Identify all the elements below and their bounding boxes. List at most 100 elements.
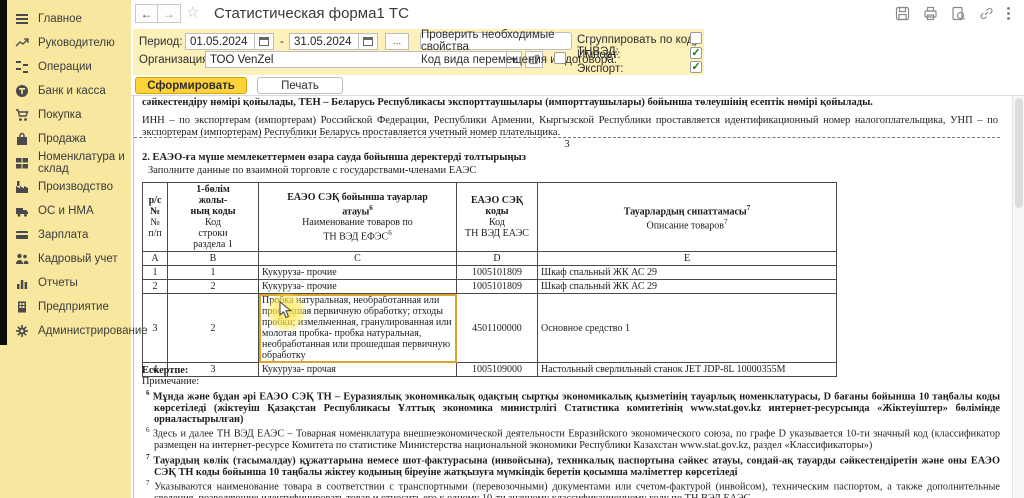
- generate-button[interactable]: Сформировать: [135, 77, 247, 94]
- coin-icon: [15, 84, 29, 98]
- menu-icon: [15, 12, 29, 26]
- favorite-star-icon[interactable]: ☆: [186, 3, 199, 21]
- row-desc-cell: Основное средство 1: [538, 294, 837, 363]
- period-label: Период:: [139, 36, 183, 48]
- screen-edge-strip: [0, 0, 7, 345]
- row-tnved-cell: 1005101809: [457, 266, 538, 280]
- header-section1-code: 1-бөлім жолы- ның кодыКод строки раздела…: [168, 183, 259, 252]
- main-area: ← → ☆ Статистическая форма1 ТС Период: 0…: [131, 0, 1024, 498]
- sidebar-item-label: Главное: [38, 13, 82, 25]
- table-row: 3 2 Пробка натуральная, необработанная и…: [143, 294, 837, 363]
- sidebar-item-fixed-assets[interactable]: ОС и НМА: [0, 199, 131, 223]
- page-title: Статистическая форма1 ТС: [214, 5, 409, 22]
- sidebar-item-purchase[interactable]: Покупка: [0, 103, 131, 127]
- sidebar-item-main[interactable]: Главное: [0, 7, 131, 31]
- section-title-kz: 2. ЕАЭО-ға мүше мемлекеттермен өзара сау…: [142, 152, 526, 163]
- sidebar-item-label: Продажа: [38, 133, 86, 145]
- cursor-arrow-icon: [278, 301, 294, 319]
- sidebar-item-label: Предприятие: [38, 301, 109, 313]
- sidebar-item-label: Номенклатура и склад: [38, 151, 131, 175]
- section-title-ru: Заполните данные по взаимной торговле с …: [148, 165, 476, 176]
- report-document: сәйкестендіру нөмірі қойылады, ТЕН – Бел…: [133, 96, 1012, 498]
- sidebar-item-enterprise[interactable]: Предприятие: [0, 295, 131, 319]
- sidebar-item-label: Операции: [38, 61, 92, 73]
- table-row: 1 1 Кукуруза- прочие 1005101809 Шкаф спа…: [143, 266, 837, 280]
- sidebar-item-operations[interactable]: Операции: [0, 55, 131, 79]
- header-goods-description: Тауарлардың сипаттамасы7Описание товаров…: [538, 183, 837, 252]
- more-icon[interactable]: [1007, 7, 1010, 20]
- sidebar-item-label: ОС и НМА: [38, 205, 94, 217]
- print-icon[interactable]: [923, 6, 938, 21]
- period-dash: -: [280, 36, 284, 48]
- sidebar-item-administration[interactable]: Администрирование: [0, 319, 131, 343]
- footnote: 6 Здесь и далее ТН ВЭД ЕАЭС – Товарная н…: [142, 425, 1000, 451]
- sidebar-item-bank-cash[interactable]: Банк и касса: [0, 79, 131, 103]
- period-to-input[interactable]: 31.05.2024: [289, 33, 359, 50]
- check-properties-button[interactable]: Проверить необходимые свойства: [420, 32, 572, 50]
- period-from-input[interactable]: 01.05.2024: [185, 33, 255, 50]
- page-number: 3: [134, 139, 1000, 150]
- bag-icon: [15, 132, 29, 146]
- header-goods-name: ЕАЭО СЭҚ бойынша тауарлар атауы6Наименов…: [259, 183, 457, 252]
- sidebar-item-label: Зарплата: [38, 229, 88, 241]
- table-row: 2 2 Кукуруза- прочие 1005101809 Шкаф спа…: [143, 280, 837, 294]
- period-more-button[interactable]: ...: [385, 33, 409, 50]
- sidebar-item-label: Администрирование: [38, 325, 148, 337]
- row-tnved-cell: 4501100000: [457, 294, 538, 363]
- vertical-scrollbar[interactable]: [1012, 96, 1024, 498]
- grid-icon: [15, 156, 29, 170]
- sidebar-item-reports[interactable]: Отчеты: [0, 271, 131, 295]
- sidebar-item-hr[interactable]: Кадровый учет: [0, 247, 131, 271]
- link-icon[interactable]: [979, 6, 994, 21]
- intro-paragraph-kz: сәйкестендіру нөмірі қойылады, ТЕН – Бел…: [142, 97, 998, 109]
- sidebar-item-manager[interactable]: Руководителю: [0, 31, 131, 55]
- operations-icon: [15, 60, 29, 74]
- footnote: 7 Указываются наименование товара в соот…: [142, 478, 1000, 498]
- sidebar: Главное Руководителю Операции Банк и кас…: [0, 0, 131, 498]
- preview-icon[interactable]: [951, 6, 966, 21]
- period-to-calendar-button[interactable]: [358, 33, 378, 50]
- calendar-icon: [363, 37, 373, 46]
- print-button[interactable]: Печать: [257, 77, 343, 94]
- sidebar-item-salary[interactable]: Зарплата: [0, 223, 131, 247]
- row-code-cell: 1: [168, 266, 259, 280]
- movement-code-checkbox[interactable]: [554, 52, 566, 64]
- sidebar-item-sales[interactable]: Продажа: [0, 127, 131, 151]
- sidebar-item-label: Руководителю: [38, 37, 115, 49]
- row-tnved-cell: 1005101809: [457, 280, 538, 294]
- notes-title-ru: Примечание:: [142, 376, 1000, 387]
- footnotes: Ескертпе: Примечание: 6 Мұнда және бұдан…: [142, 365, 1000, 498]
- import-checkbox[interactable]: ✓: [690, 47, 702, 59]
- letter-cell: Е: [538, 252, 837, 266]
- back-button[interactable]: ←: [135, 4, 158, 23]
- scrollbar-thumb[interactable]: [1015, 98, 1023, 208]
- building-icon: [15, 300, 29, 314]
- save-icon[interactable]: [895, 6, 910, 21]
- sidebar-item-nomenclature[interactable]: Номенклатура и склад: [0, 151, 131, 175]
- app-window: Главное Руководителю Операции Банк и кас…: [0, 0, 1024, 498]
- period-from-calendar-button[interactable]: [254, 33, 274, 50]
- calendar-icon: [259, 37, 269, 46]
- forward-button[interactable]: →: [158, 4, 181, 23]
- letter-cell: А: [143, 252, 168, 266]
- row-code-cell: 2: [168, 280, 259, 294]
- export-label: Экспорт:: [577, 63, 623, 75]
- cart-icon: [15, 108, 29, 122]
- header-row-number: р/с №№ п/п: [143, 183, 168, 252]
- goods-table: р/с №№ п/п 1-бөлім жолы- ның кодыКод стр…: [142, 182, 837, 377]
- export-checkbox[interactable]: ✓: [690, 61, 702, 73]
- sidebar-item-label: Отчеты: [38, 277, 78, 289]
- card-icon: [15, 228, 29, 242]
- factory-icon: [15, 180, 29, 194]
- bar-chart-icon: [15, 276, 29, 290]
- sidebar-item-label: Банк и касса: [38, 85, 106, 97]
- table-header-row: р/с №№ п/п 1-бөлім жолы- ның кодыКод стр…: [143, 183, 837, 252]
- row-name-cell: Кукуруза- прочие: [259, 266, 457, 280]
- sidebar-item-production[interactable]: Производство: [0, 175, 131, 199]
- sidebar-item-label: Кадровый учет: [38, 253, 118, 265]
- group-by-tnved-checkbox[interactable]: [690, 32, 702, 44]
- notes-title-kz: Ескертпе:: [142, 365, 1000, 376]
- trend-chart-icon: [15, 36, 29, 50]
- titlebar: ← → ☆ Статистическая форма1 ТС: [131, 0, 1024, 28]
- import-label: Импорт:: [577, 49, 620, 61]
